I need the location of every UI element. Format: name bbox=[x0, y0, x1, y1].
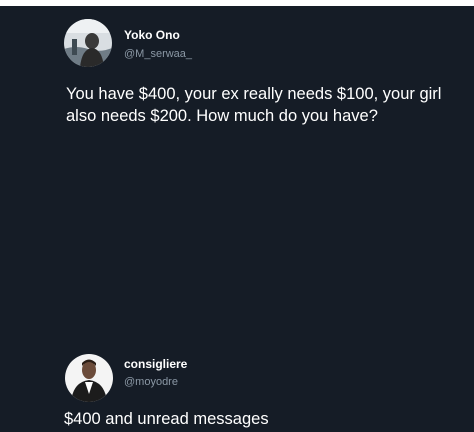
tweet-text: You have $400, your ex really needs $100… bbox=[66, 85, 442, 125]
username-handle[interactable]: @M_serwaa_ bbox=[124, 48, 192, 60]
profile-photo-icon[interactable] bbox=[65, 354, 113, 402]
display-name[interactable]: consigliere bbox=[124, 357, 187, 371]
tweet-text: $400 and unread messages bbox=[64, 410, 269, 428]
username-handle[interactable]: @moyodre bbox=[124, 376, 178, 388]
profile-photo-icon[interactable] bbox=[64, 19, 112, 67]
display-name[interactable]: Yoko Ono bbox=[124, 28, 180, 42]
tweet-screenshot: Yoko Ono @M_serwaa_ You have $400, your … bbox=[0, 6, 474, 432]
